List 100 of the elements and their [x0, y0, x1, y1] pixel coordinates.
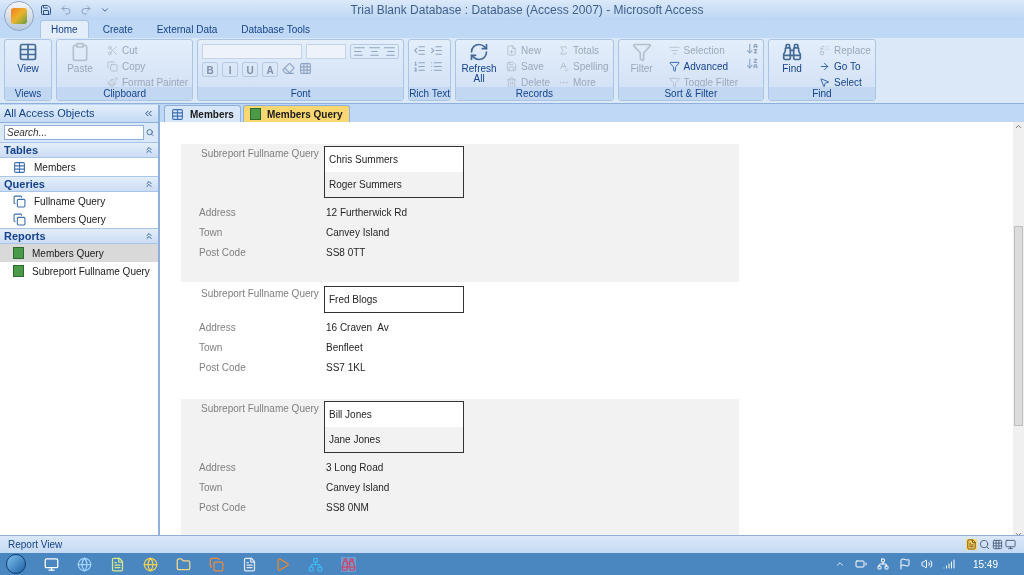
table-icon: [13, 160, 26, 174]
advanced-filter-icon: [668, 60, 680, 72]
field-value: Canvey Island: [326, 480, 390, 495]
align-right-icon[interactable]: [383, 45, 397, 58]
ribbon-tab[interactable]: Database Tools: [231, 20, 321, 38]
field-label: Address: [198, 205, 237, 220]
field-label: Address: [198, 320, 237, 335]
collapse-group-icon: [144, 231, 154, 241]
funnel-icon: [631, 42, 652, 62]
nav-item[interactable]: Subreport Fullname Query: [0, 262, 158, 280]
subreport-name: Roger Summers: [325, 172, 463, 197]
ribbon-button[interactable]: Advanced: [668, 58, 739, 74]
scroll-up-icon[interactable]: [1014, 122, 1023, 131]
cursor-icon: [819, 76, 831, 88]
group-label: Views: [5, 87, 51, 100]
field-label: Address: [198, 460, 237, 475]
group-label: Sort & Filter: [618, 87, 764, 100]
field-label: Post Code: [198, 360, 247, 375]
ribbon-button[interactable]: Refresh All: [460, 42, 499, 84]
redo-icon[interactable]: [80, 4, 92, 16]
flag-icon[interactable]: [898, 558, 911, 570]
report-view-icon[interactable]: [966, 539, 977, 550]
paste-icon: [70, 42, 90, 62]
group-label: Records: [456, 87, 613, 100]
font-name-combo[interactable]: [202, 44, 303, 59]
field-value: Benfleet: [326, 340, 363, 355]
ribbon-button[interactable]: View: [9, 42, 47, 74]
save-icon[interactable]: [40, 4, 52, 16]
query-icon: [13, 194, 26, 208]
scissors-icon: [107, 44, 118, 56]
nav-item[interactable]: Members: [0, 158, 158, 176]
ribbon-tab[interactable]: Create: [92, 20, 143, 38]
taskbar-icon[interactable]: [110, 556, 125, 572]
font-size-combo[interactable]: [306, 44, 347, 59]
battery-icon[interactable]: [854, 558, 867, 570]
collapse-icon[interactable]: [143, 108, 154, 119]
ribbon-button[interactable]: Find: [773, 42, 812, 74]
field-value: SS8 0TT: [326, 245, 366, 260]
binoculars-icon: [782, 42, 803, 62]
taskbar-icon[interactable]: [77, 556, 92, 572]
search-icon[interactable]: [146, 127, 154, 138]
bullet-list-icon[interactable]: [430, 60, 444, 73]
spelling-icon: [558, 60, 569, 72]
group-label: Clipboard: [57, 87, 193, 100]
volume-icon[interactable]: [920, 558, 933, 570]
print-preview-icon[interactable]: [979, 539, 990, 550]
ribbon-button[interactable]: Go To: [819, 58, 871, 74]
outdent-icon[interactable]: [413, 44, 427, 57]
taskbar-icon[interactable]: [44, 556, 59, 572]
field-value: SS8 0NM: [326, 500, 369, 515]
collapse-group-icon: [144, 179, 154, 189]
nav-item[interactable]: Members Query: [0, 244, 158, 262]
start-button[interactable]: [6, 554, 26, 574]
ribbon-tab[interactable]: Home: [40, 20, 89, 38]
taskbar-icon[interactable]: [143, 556, 158, 572]
document-tab[interactable]: Members Query: [242, 105, 350, 122]
nav-item[interactable]: Members Query: [0, 210, 158, 228]
group-label: Rich Text: [409, 87, 451, 100]
scroll-thumb[interactable]: [1014, 226, 1023, 426]
sort-ascending-icon[interactable]: [746, 42, 760, 55]
office-logo-icon: [11, 8, 27, 24]
field-label: Town: [198, 340, 224, 355]
customize-icon[interactable]: [100, 5, 110, 15]
align-left-icon[interactable]: [353, 45, 367, 58]
save-icon: [506, 60, 518, 72]
nav-group-header[interactable]: Tables: [0, 142, 158, 158]
field-label: Town: [198, 480, 224, 495]
gridlines-icon[interactable]: [299, 62, 313, 75]
layout-view-icon[interactable]: [992, 539, 1003, 550]
numbered-list-icon[interactable]: [413, 60, 427, 73]
ribbon-button[interactable]: Select: [819, 74, 871, 90]
report-icon: [249, 108, 261, 120]
align-center-icon[interactable]: [368, 45, 382, 58]
indent-icon[interactable]: [430, 44, 444, 57]
sort-descending-icon[interactable]: [746, 57, 760, 70]
taskbar-icon[interactable]: [176, 556, 191, 572]
taskbar-icon[interactable]: [308, 556, 323, 572]
field-value: Canvey Island: [326, 225, 390, 240]
nav-group-header[interactable]: Reports: [0, 228, 158, 244]
copy-icon: [107, 60, 118, 72]
report-icon: [13, 247, 24, 259]
taskbar-icon[interactable]: [242, 556, 257, 572]
tray-expand-icon[interactable]: [834, 559, 845, 569]
taskbar-icon[interactable]: [341, 556, 356, 572]
delete-icon: [506, 76, 518, 88]
document-tab[interactable]: Members: [164, 105, 241, 122]
field-label: Subreport Fullname Query: [200, 402, 320, 416]
field-value: 3 Long Road: [326, 460, 384, 475]
ribbon-tab[interactable]: External Data: [146, 20, 228, 38]
undo-icon[interactable]: [60, 4, 72, 16]
office-button[interactable]: [4, 1, 34, 31]
network-icon[interactable]: [876, 558, 889, 570]
design-view-icon[interactable]: [1005, 539, 1016, 550]
highlight-icon[interactable]: [282, 62, 296, 75]
nav-group-header[interactable]: Queries: [0, 176, 158, 192]
nav-item[interactable]: Fullname Query: [0, 192, 158, 210]
paintbrush-icon: [107, 76, 118, 88]
search-field[interactable]: Search...: [4, 125, 144, 140]
taskbar-icon[interactable]: [209, 556, 224, 572]
clock[interactable]: 15:49: [972, 556, 998, 572]
